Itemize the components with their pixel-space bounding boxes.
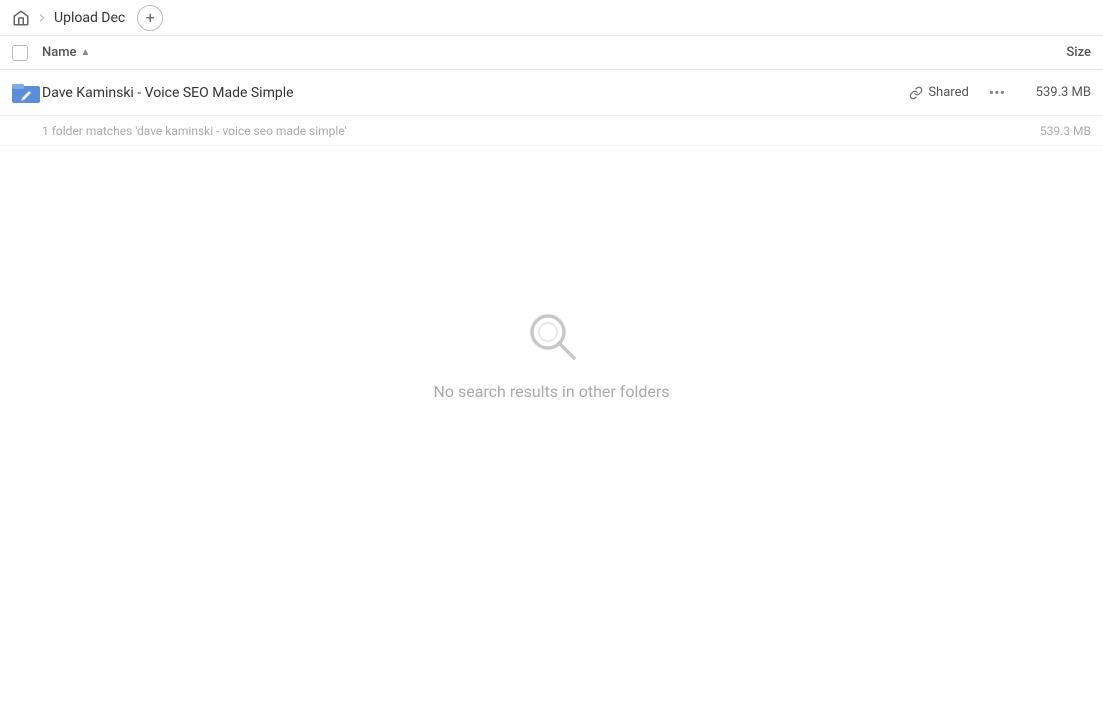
file-size: 539.3 MB bbox=[1011, 85, 1091, 100]
home-button[interactable] bbox=[12, 9, 30, 27]
file-actions: Shared ••• bbox=[909, 81, 1011, 104]
match-row: 1 folder matches 'dave kaminski - voice … bbox=[0, 116, 1103, 146]
size-column-header[interactable]: Size bbox=[991, 45, 1091, 60]
file-name: Dave Kaminski - Voice SEO Made Simple bbox=[42, 85, 909, 101]
file-row[interactable]: Dave Kaminski - Voice SEO Made Simple Sh… bbox=[0, 70, 1103, 116]
sort-icon: ▲ bbox=[81, 47, 91, 58]
match-text: 1 folder matches 'dave kaminski - voice … bbox=[42, 124, 1011, 138]
link-icon bbox=[909, 86, 923, 100]
shared-label: Shared bbox=[928, 85, 968, 100]
breadcrumb-bar: Upload Dec + bbox=[0, 0, 1103, 36]
column-headers: Name ▲ Size bbox=[0, 36, 1103, 70]
empty-state-label: No search results in other folders bbox=[433, 382, 669, 401]
select-all-checkbox[interactable] bbox=[12, 45, 42, 61]
empty-state: No search results in other folders bbox=[0, 306, 1103, 401]
breadcrumb-title: Upload Dec bbox=[54, 10, 125, 26]
more-options-button[interactable]: ••• bbox=[983, 81, 1011, 104]
name-column-header[interactable]: Name ▲ bbox=[42, 45, 991, 60]
breadcrumb-chevron bbox=[36, 12, 48, 24]
shared-badge: Shared bbox=[909, 85, 968, 100]
folder-icon bbox=[12, 81, 40, 105]
match-size: 539.3 MB bbox=[1011, 124, 1091, 138]
checkbox-empty[interactable] bbox=[12, 45, 28, 61]
file-icon-wrap bbox=[12, 81, 42, 105]
no-results-icon bbox=[522, 306, 582, 366]
add-button[interactable]: + bbox=[137, 5, 163, 31]
